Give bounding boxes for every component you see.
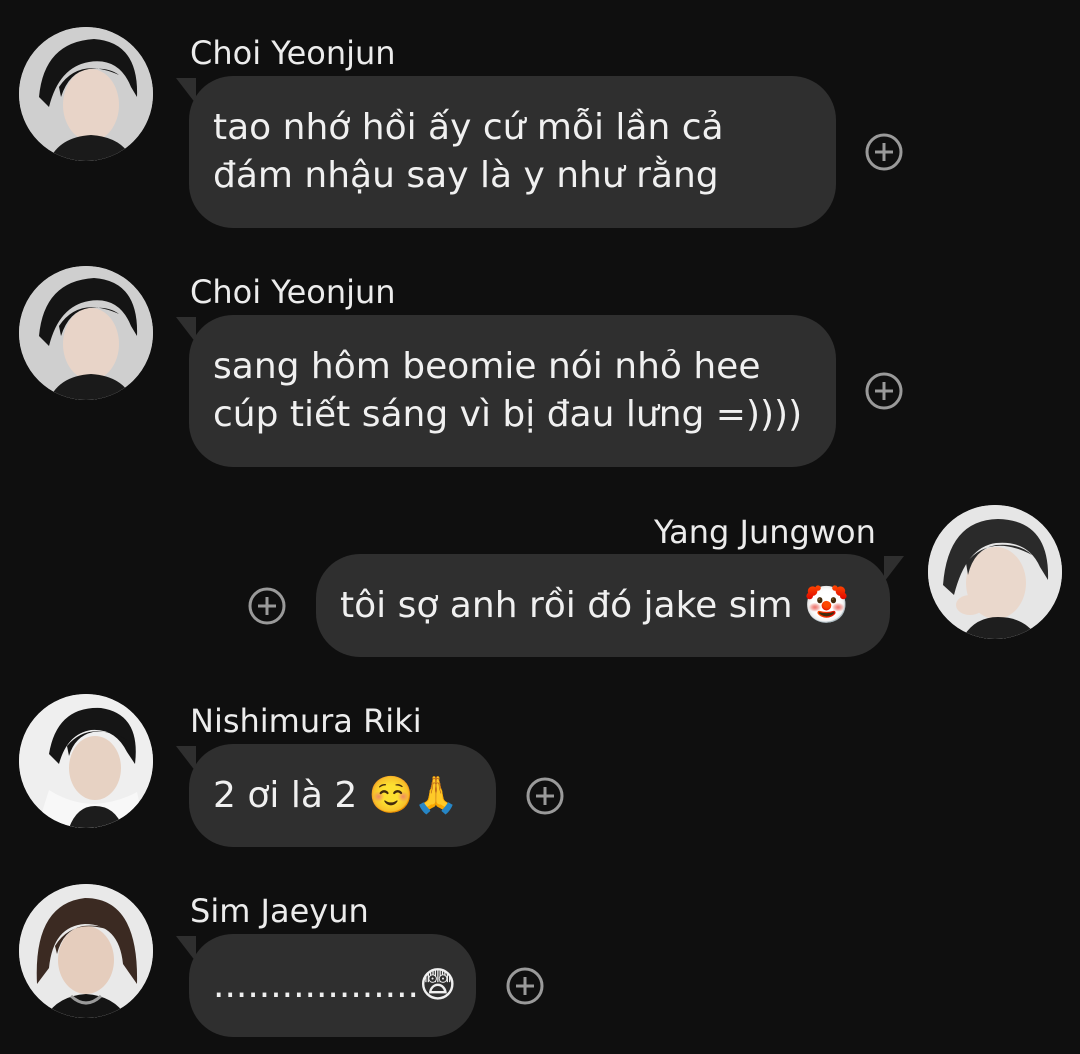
add-reaction-icon	[526, 777, 564, 815]
add-reaction-button[interactable]	[525, 776, 565, 816]
sender-name: Choi Yeonjun	[190, 34, 396, 72]
add-reaction-icon	[248, 587, 286, 625]
profile-photo-icon	[19, 884, 153, 1018]
add-reaction-button[interactable]	[864, 371, 904, 411]
sender-name: Sim Jaeyun	[190, 892, 369, 930]
message-text-line: ..................😨	[213, 964, 457, 1006]
add-reaction-button[interactable]	[247, 586, 287, 626]
add-reaction-icon	[865, 372, 903, 410]
sender-name: Yang Jungwon	[654, 513, 876, 551]
message-bubble[interactable]: 2 ơi là 2 ☺️🙏	[189, 744, 496, 847]
bubble-tail	[884, 556, 904, 582]
avatar[interactable]	[19, 266, 153, 400]
sender-name: Choi Yeonjun	[190, 273, 396, 311]
message-text-line: 2 ơi là 2 ☺️🙏	[213, 774, 459, 816]
avatar[interactable]	[19, 884, 153, 1018]
avatar[interactable]	[19, 694, 153, 828]
sender-name: Nishimura Riki	[190, 702, 422, 740]
avatar[interactable]	[19, 27, 153, 161]
add-reaction-button[interactable]	[864, 132, 904, 172]
add-reaction-icon	[506, 967, 544, 1005]
profile-photo-icon	[19, 27, 153, 161]
message-text-line: cúp tiết sáng vì bị đau lưng =))))	[213, 394, 803, 435]
profile-photo-icon	[19, 694, 153, 828]
message-text-line: tao nhớ hồi ấy cứ mỗi lần cả	[213, 107, 724, 148]
message-bubble[interactable]: tao nhớ hồi ấy cứ mỗi lần cả đám nhậu sa…	[189, 76, 836, 228]
profile-photo-icon	[928, 505, 1062, 639]
add-reaction-button[interactable]	[505, 966, 545, 1006]
message-text-line: sang hôm beomie nói nhỏ hee	[213, 346, 761, 387]
add-reaction-icon	[865, 133, 903, 171]
message-bubble[interactable]: tôi sợ anh rồi đó jake sim 🤡	[316, 554, 890, 657]
avatar[interactable]	[928, 505, 1062, 639]
message-bubble[interactable]: sang hôm beomie nói nhỏ hee cúp tiết sán…	[189, 315, 836, 467]
message-text-line: đám nhậu say là y như rằng	[213, 155, 719, 196]
profile-photo-icon	[19, 266, 153, 400]
message-bubble[interactable]: ..................😨	[189, 934, 476, 1037]
message-text-line: tôi sợ anh rồi đó jake sim 🤡	[340, 584, 849, 626]
